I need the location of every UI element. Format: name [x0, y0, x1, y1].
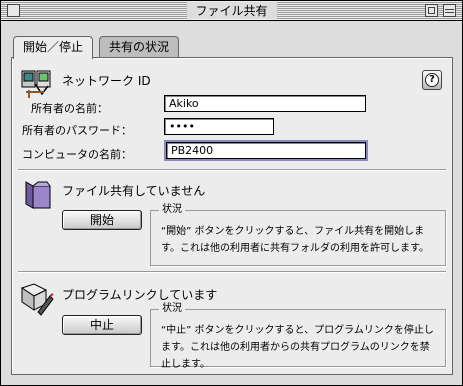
file-sharing-heading: ファイル共有していません	[62, 184, 206, 198]
program-link-icon	[20, 283, 54, 316]
program-linking-status-group: 状況 “中止” ボタンをクリックすると、プログラムリンクを停止します。これは他の…	[150, 302, 446, 370]
window-title: ファイル共有	[186, 2, 277, 19]
help-icon: ?	[425, 73, 439, 87]
title-bar[interactable]: ファイル共有	[1, 1, 462, 21]
shared-folder-icon	[25, 181, 51, 209]
divider	[18, 169, 446, 171]
collapse-box-icon[interactable]	[443, 4, 456, 17]
program-linking-status-text: “中止” ボタンをクリックすると、プログラムリンクを停止します。これは他の利用者…	[161, 325, 434, 370]
stop-program-linking-button[interactable]: 中止	[62, 315, 142, 335]
computer-name-label: コンピュータの名前：	[22, 148, 132, 161]
file-sharing-window: ファイル共有 開始／停止 共有の状況 ネットワーク ID ? 所有者の名前： A…	[0, 0, 463, 386]
owner-password-label: 所有者のパスワード：	[22, 124, 132, 137]
network-id-icon	[21, 70, 51, 98]
owner-password-field[interactable]: ••••	[164, 118, 274, 135]
tab-panel: ネットワーク ID ? 所有者の名前： Akiko 所有者のパスワード： •••…	[11, 57, 453, 375]
help-button[interactable]: ?	[422, 70, 442, 90]
owner-name-field[interactable]: Akiko	[164, 95, 366, 112]
network-id-heading: ネットワーク ID	[62, 74, 151, 88]
file-sharing-status-title: 状況	[159, 203, 185, 217]
owner-name-label: 所有者の名前：	[31, 102, 108, 115]
divider	[18, 271, 446, 273]
file-sharing-status-group: 状況 “開始” ボタンをクリックすると、ファイル共有を開始します。これは他の利用…	[150, 203, 446, 266]
start-file-sharing-button[interactable]: 開始	[62, 210, 142, 230]
zoom-box-icon[interactable]	[425, 4, 438, 17]
program-linking-heading: プログラムリンクしています	[62, 288, 218, 302]
program-linking-status-title: 状況	[159, 302, 185, 316]
computer-name-field[interactable]: PB2400	[164, 140, 368, 161]
close-box-icon[interactable]	[7, 4, 20, 17]
tab-start-stop[interactable]: 開始／停止	[13, 36, 94, 59]
file-sharing-status-text: “開始” ボタンをクリックすると、ファイル共有を開始します。これは他の利用者に共…	[161, 226, 429, 254]
tab-sharing-status[interactable]: 共有の状況	[99, 36, 180, 58]
